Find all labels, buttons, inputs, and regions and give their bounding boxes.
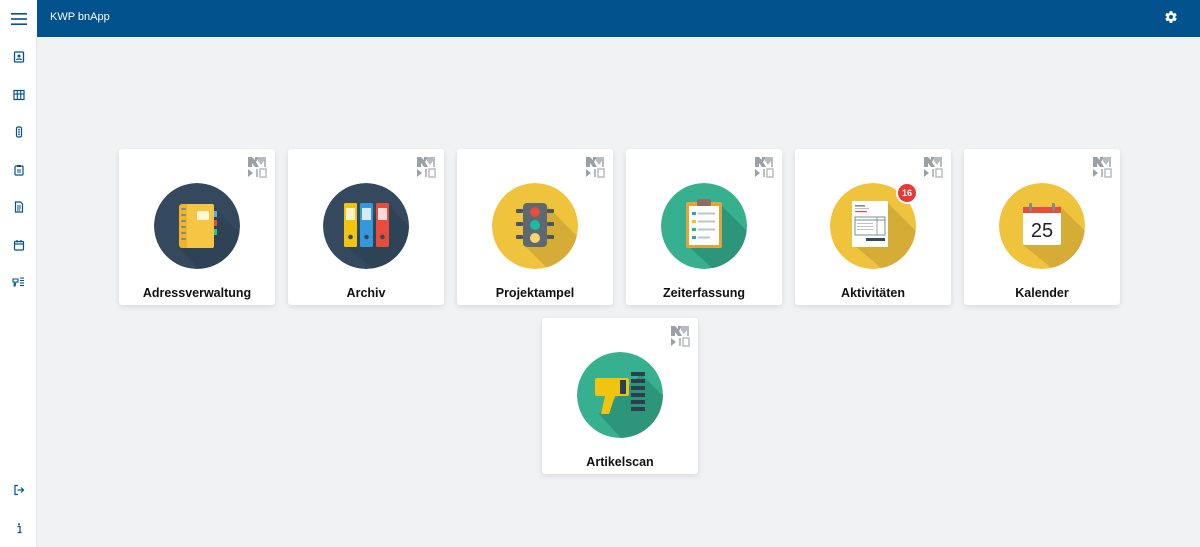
address-book-icon bbox=[13, 51, 24, 63]
traffic-light-icon bbox=[492, 183, 578, 269]
clipboard-icon bbox=[13, 165, 24, 176]
barcode-scanner-icon bbox=[577, 352, 663, 438]
tile-label: Kalender bbox=[1015, 286, 1069, 300]
tile-label: Artikelscan bbox=[586, 455, 654, 469]
kwp-logo-icon bbox=[586, 157, 605, 178]
tile-adressverwaltung[interactable]: Adressverwaltung bbox=[119, 149, 275, 305]
info-icon bbox=[17, 523, 21, 534]
tile-label: Adressverwaltung bbox=[142, 286, 252, 300]
binders-icon bbox=[323, 183, 409, 269]
tile-label: Zeiterfassung bbox=[663, 286, 745, 300]
sidebar-item-archive[interactable] bbox=[0, 82, 37, 108]
calendar-icon bbox=[13, 240, 24, 251]
barcode-scanner-icon bbox=[12, 277, 24, 287]
app-title: KWP bnApp bbox=[50, 11, 110, 23]
sidebar-item-address[interactable] bbox=[0, 44, 37, 70]
traffic-light-icon bbox=[15, 126, 22, 138]
hamburger-menu-icon[interactable] bbox=[0, 0, 37, 37]
tile-label: Aktivitäten bbox=[841, 286, 905, 300]
sidebar-item-info[interactable] bbox=[0, 515, 37, 541]
kwp-logo-icon bbox=[1093, 157, 1112, 178]
sidebar-item-zeiterfassung[interactable] bbox=[0, 157, 37, 183]
tile-label: Archiv bbox=[346, 286, 386, 300]
tile-archiv[interactable]: Archiv bbox=[288, 149, 444, 305]
sidebar bbox=[0, 37, 37, 547]
tile-label: Projektampel bbox=[495, 286, 575, 300]
document-icon bbox=[14, 201, 23, 213]
sidebar-item-aktivitaeten[interactable] bbox=[0, 194, 37, 220]
kwp-logo-icon bbox=[248, 157, 267, 178]
tile-aktivitaeten[interactable]: 16 Aktivitäten bbox=[795, 149, 951, 305]
kwp-logo-icon bbox=[671, 326, 690, 347]
logout-icon bbox=[13, 484, 24, 496]
calendar-day-number: 25 bbox=[1031, 220, 1053, 242]
kwp-logo-icon bbox=[924, 157, 943, 178]
notification-badge: 16 bbox=[896, 182, 918, 204]
clipboard-icon bbox=[661, 183, 747, 269]
sidebar-item-artikelscan[interactable] bbox=[0, 269, 37, 295]
address-book-icon bbox=[154, 183, 240, 269]
sidebar-item-projektampel[interactable] bbox=[0, 119, 37, 145]
top-bar: KWP bnApp bbox=[0, 0, 1200, 37]
kwp-logo-icon bbox=[417, 157, 436, 178]
kwp-logo-icon bbox=[755, 157, 774, 178]
archive-grid-icon bbox=[12, 89, 25, 101]
tile-zeiterfassung[interactable]: Zeiterfassung bbox=[626, 149, 782, 305]
tile-kalender[interactable]: 25 Kalender bbox=[964, 149, 1120, 305]
tile-artikelscan[interactable]: Artikelscan bbox=[542, 318, 698, 474]
sidebar-item-kalender[interactable] bbox=[0, 232, 37, 258]
calendar-icon: 25 bbox=[999, 183, 1085, 269]
tile-projektampel[interactable]: Projektampel bbox=[457, 149, 613, 305]
gear-icon[interactable] bbox=[1164, 10, 1180, 26]
sidebar-item-logout[interactable] bbox=[0, 477, 37, 503]
